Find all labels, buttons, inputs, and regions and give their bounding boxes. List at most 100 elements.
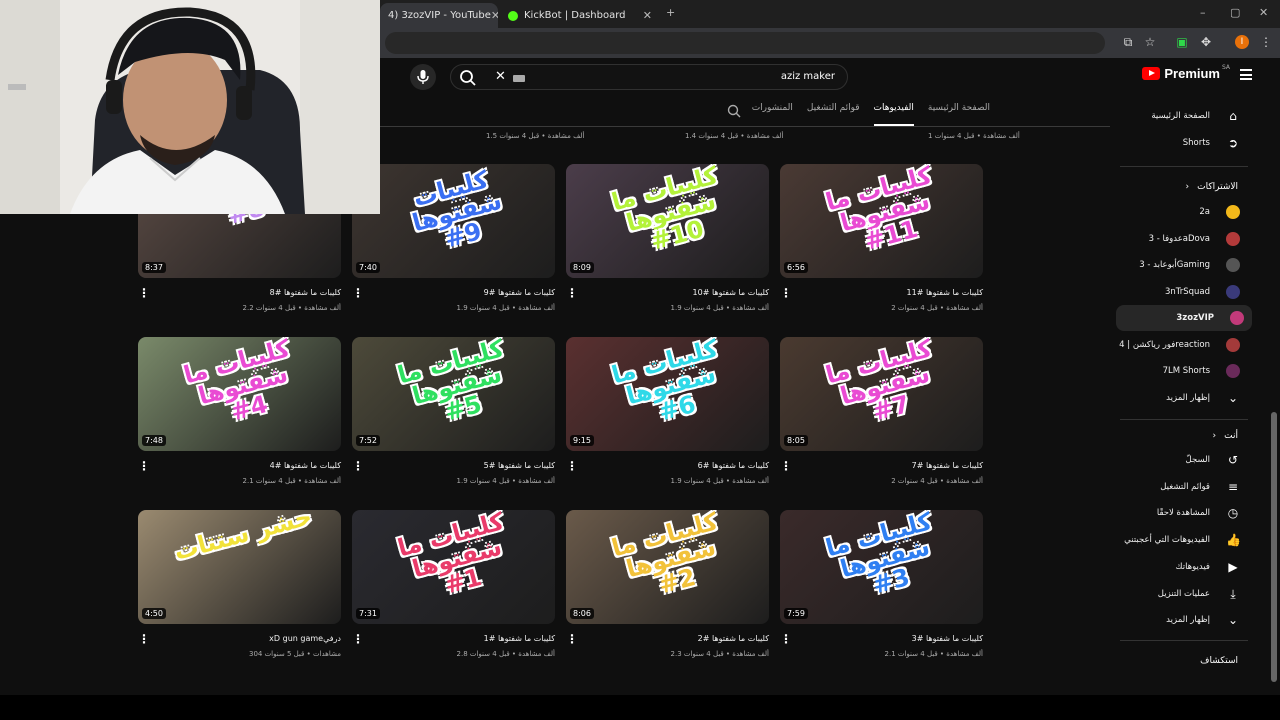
browser-menu-icon[interactable]: ⋮ xyxy=(1258,34,1274,50)
sidebar-subscription[interactable]: أبوعابد - 3Gaming xyxy=(1113,252,1248,278)
video-thumbnail[interactable]: كليبات ما شفتوها #5 7:52 xyxy=(352,337,555,451)
more-options-icon[interactable]: ⋮ xyxy=(780,459,792,473)
menu-icon[interactable] xyxy=(1240,69,1252,80)
video-card[interactable]: كليبات ما شفتوها #11 6:56 كليبات ما شفتوها… xyxy=(780,164,983,312)
sidebar-subscription[interactable]: فور رياكشن | 4reaction xyxy=(1113,332,1248,358)
tab-youtube[interactable]: 4) 3zozVIP - YouTube ✕ xyxy=(380,3,498,28)
video-card[interactable]: كليبات ما شفتوها #5 7:52 كليبات ما شفتوها … xyxy=(352,337,555,485)
more-options-icon[interactable]: ⋮ xyxy=(138,286,150,300)
maximize-button[interactable]: ▢ xyxy=(1230,6,1240,19)
sidebar-item[interactable]: فيديوهاتك ▶ xyxy=(1113,554,1248,580)
video-thumbnail[interactable]: كليبات ما شفتوها #6 9:15 xyxy=(566,337,769,451)
more-options-icon[interactable]: ⋮ xyxy=(352,286,364,300)
more-options-icon[interactable]: ⋮ xyxy=(352,459,364,473)
sidebar-item[interactable]: إظهار المزيد ⌄ xyxy=(1113,607,1248,633)
video-title[interactable]: كليبات ما شفتوها #1 xyxy=(484,634,555,643)
close-window-button[interactable]: ✕ xyxy=(1259,6,1268,19)
puzzle-icon[interactable]: ✥ xyxy=(1198,34,1214,50)
minimize-button[interactable]: – xyxy=(1200,6,1206,19)
video-card[interactable]: كليبات ما شفتوها #7 8:05 كليبات ما شفتوها … xyxy=(780,337,983,485)
subscription-label: 3zozVIP xyxy=(1176,313,1214,323)
channel-tab[interactable]: قوائم التشغيل xyxy=(807,103,860,123)
more-options-icon[interactable]: ⋮ xyxy=(566,632,578,646)
video-title[interactable]: كليبات ما شفتوها #11 xyxy=(907,288,983,297)
video-title[interactable]: كليبات ما شفتوها #8 xyxy=(270,288,341,297)
video-thumbnail[interactable]: حشر ستتات 4:50 xyxy=(138,510,341,624)
sidebar-item[interactable]: Shorts ➲ xyxy=(1113,130,1248,156)
sidebar-subscription[interactable]: 3zozVIP xyxy=(1116,305,1252,331)
video-card[interactable]: حشر ستتات 4:50 xD gun gameدرفي 304 مشاهدات … xyxy=(138,510,341,658)
url-field[interactable] xyxy=(385,32,1105,54)
sidebar-item[interactable]: المشاهدة لاحقًا ◷ xyxy=(1113,500,1248,526)
subscriptions-header[interactable]: › الاشتراكات xyxy=(1186,182,1238,192)
video-card[interactable]: كليبات شفتوها #9 7:40 كليبات ما شفتوها #9 1… xyxy=(352,164,555,312)
more-options-icon[interactable]: ⋮ xyxy=(352,632,364,646)
sidebar-subscription[interactable]: عدوفا - 3aDova xyxy=(1113,226,1248,252)
more-options-icon[interactable]: ⋮ xyxy=(138,459,150,473)
sidebar-subscription[interactable]: إظهار المزيد ⌄ xyxy=(1113,385,1248,411)
history-icon: ↺ xyxy=(1227,453,1239,467)
sidebar-item[interactable]: الصفحة الرئيسية ⌂ xyxy=(1113,103,1248,129)
video-thumbnail[interactable]: كليبات ما شفتوها #7 8:05 xyxy=(780,337,983,451)
channel-tab[interactable]: الفيديوهات xyxy=(873,103,915,126)
cast-icon[interactable]: ⧉ xyxy=(1120,34,1136,50)
search-icon[interactable] xyxy=(459,69,477,87)
video-thumbnail[interactable]: كليبات ما شفتوها #2 8:06 xyxy=(566,510,769,624)
sidebar-subscription[interactable]: 7LM Shorts xyxy=(1113,358,1248,384)
voice-search-button[interactable] xyxy=(410,64,436,90)
shorts-icon: ➲ xyxy=(1227,136,1239,150)
video-title[interactable]: كليبات ما شفتوها #6 xyxy=(698,461,769,470)
profile-avatar[interactable]: I xyxy=(1235,35,1249,49)
channel-search-icon[interactable] xyxy=(727,104,741,118)
video-title[interactable]: xD gun gameدرفي xyxy=(269,634,341,643)
video-card[interactable]: كليبات ما شفتوها #3 7:59 كليبات ما شفتوها … xyxy=(780,510,983,658)
prev-row-meta: 1.5 ألف مشاهدة • قبل 4 سنوات xyxy=(486,132,585,140)
sidebar-item[interactable]: عمليات التنزيل ⤓ xyxy=(1113,581,1248,607)
more-options-icon[interactable]: ⋮ xyxy=(566,286,578,300)
video-title[interactable]: كليبات ما شفتوها #5 xyxy=(484,461,555,470)
sidebar-scrollbar[interactable] xyxy=(1271,412,1277,682)
you-header[interactable]: › أنت xyxy=(1213,431,1238,441)
tab-close-icon[interactable]: ✕ xyxy=(643,9,652,22)
video-card[interactable]: كليبات ما شفتوها #10 8:09 كليبات ما شفتوها… xyxy=(566,164,769,312)
sidebar-item[interactable]: قوائم التشغيل ≡ xyxy=(1113,474,1248,500)
video-title[interactable]: كليبات ما شفتوها #3 xyxy=(912,634,983,643)
search-input[interactable]: aziz maker ✕ xyxy=(450,64,848,90)
bookmark-star-icon[interactable]: ☆ xyxy=(1142,34,1158,50)
tab-close-icon[interactable]: ✕ xyxy=(491,9,498,22)
thumbnail-caption: كليبات ما شفتوها #3 xyxy=(822,510,935,600)
video-title[interactable]: كليبات ما شفتوها #4 xyxy=(270,461,341,470)
video-card[interactable]: كليبات ما شفتوها #2 8:06 كليبات ما شفتوها … xyxy=(566,510,769,658)
video-title[interactable]: كليبات ما شفتوها #9 xyxy=(484,288,555,297)
sidebar-divider xyxy=(1120,639,1248,641)
channel-tab[interactable]: الصفحة الرئيسية xyxy=(928,103,990,123)
channel-tab[interactable]: المنشورات xyxy=(752,103,793,123)
keyboard-icon[interactable] xyxy=(513,75,525,82)
video-thumbnail[interactable]: كليبات شفتوها #9 7:40 xyxy=(352,164,555,278)
video-meta: 1.9 ألف مشاهدة • قبل 4 سنوات xyxy=(670,304,769,312)
sidebar-subscription[interactable]: 2a xyxy=(1113,199,1248,225)
more-options-icon[interactable]: ⋮ xyxy=(780,286,792,300)
video-title[interactable]: كليبات ما شفتوها #7 xyxy=(912,461,983,470)
video-card[interactable]: كليبات ما شفتوها #1 7:31 كليبات ما شفتوها … xyxy=(352,510,555,658)
extension-icon[interactable]: ▣ xyxy=(1174,34,1190,50)
sidebar-item[interactable]: الفيديوهات التي أعجبتني 👍 xyxy=(1113,527,1248,553)
clear-search-icon[interactable]: ✕ xyxy=(495,69,506,84)
tab-kickbot[interactable]: KickBot | Dashboard ✕ xyxy=(500,3,660,28)
video-thumbnail[interactable]: كليبات ما شفتوها #1 7:31 xyxy=(352,510,555,624)
video-thumbnail[interactable]: كليبات ما شفتوها #10 8:09 xyxy=(566,164,769,278)
video-card[interactable]: كليبات ما شفتوها #6 9:15 كليبات ما شفتوها … xyxy=(566,337,769,485)
video-title[interactable]: كليبات ما شفتوها #2 xyxy=(698,634,769,643)
new-tab-button[interactable]: + xyxy=(666,6,675,19)
sidebar-subscription[interactable]: 3nTrSquad xyxy=(1113,279,1248,305)
video-card[interactable]: كليبات ما شفتوها #4 7:48 كليبات ما شفتوها … xyxy=(138,337,341,485)
video-thumbnail[interactable]: كليبات ما شفتوها #3 7:59 xyxy=(780,510,983,624)
more-options-icon[interactable]: ⋮ xyxy=(138,632,150,646)
video-thumbnail[interactable]: كليبات ما شفتوها #4 7:48 xyxy=(138,337,341,451)
video-thumbnail[interactable]: كليبات ما شفتوها #11 6:56 xyxy=(780,164,983,278)
more-options-icon[interactable]: ⋮ xyxy=(566,459,578,473)
youtube-logo[interactable]: Premium SA xyxy=(1142,64,1230,81)
video-title[interactable]: كليبات ما شفتوها #10 xyxy=(693,288,769,297)
sidebar-item[interactable]: السجلّ ↺ xyxy=(1113,447,1248,473)
more-options-icon[interactable]: ⋮ xyxy=(780,632,792,646)
